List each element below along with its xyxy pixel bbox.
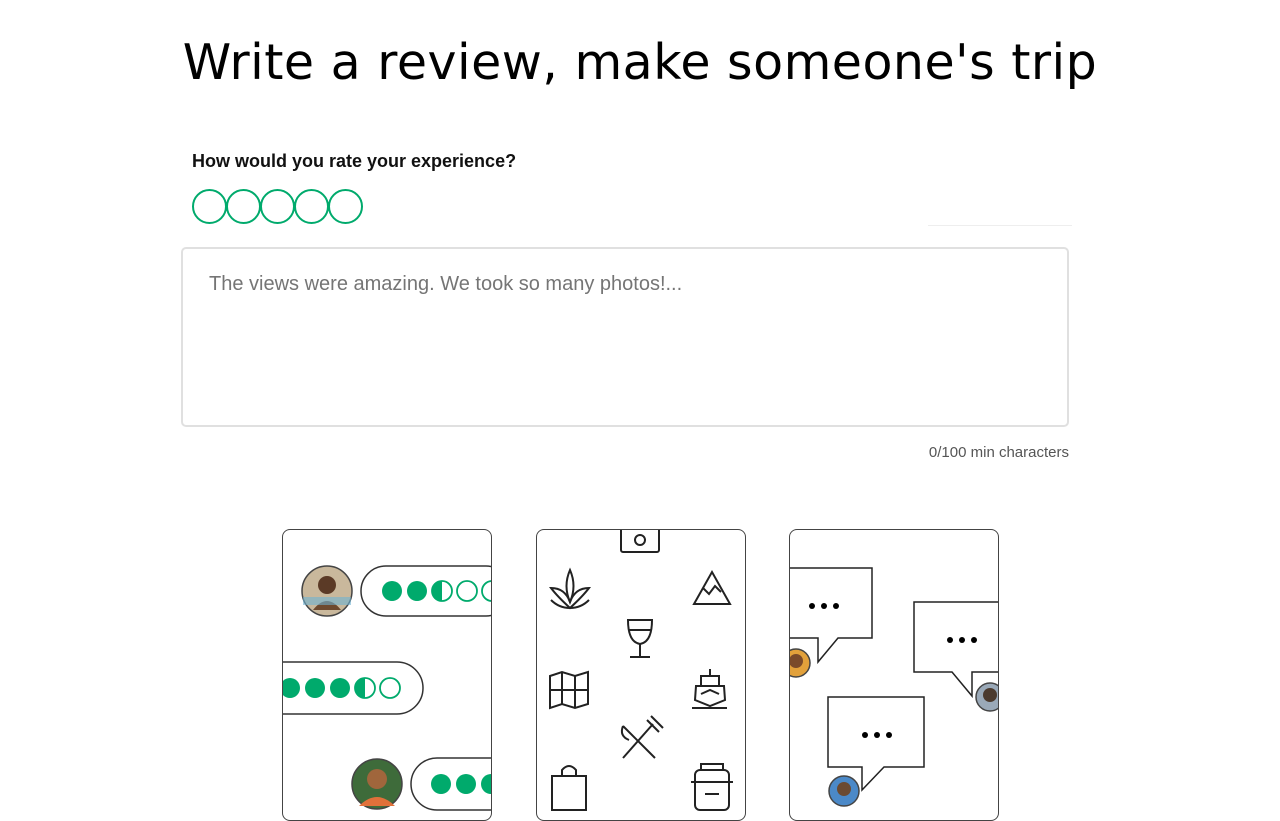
map-icon [549, 670, 589, 710]
shopping-bag-icon [551, 765, 587, 811]
rating-bubble-1[interactable] [192, 189, 227, 224]
chat-bubble-icon [913, 601, 998, 699]
avatar [975, 682, 998, 712]
travel-icons-card [536, 529, 746, 821]
rating-bubble-5[interactable] [328, 189, 363, 224]
rating-bubbles-card [282, 529, 492, 821]
divider [928, 225, 1072, 226]
rating-bubbles-illustration [283, 565, 491, 811]
camera-icon [620, 530, 660, 553]
avatar [301, 565, 353, 617]
page-title: Write a review, make someone's trip [182, 34, 1098, 91]
mountain-icon [692, 569, 732, 605]
rating-bubbles [192, 189, 363, 224]
luggage-icon [691, 763, 733, 811]
lotus-icon [548, 567, 592, 610]
avatar [351, 758, 403, 810]
chat-bubbles-illustration [790, 567, 998, 807]
fork-knife-icon [620, 715, 664, 759]
chat-bubble-icon [790, 567, 873, 665]
review-textarea[interactable] [181, 247, 1069, 427]
wine-glass-icon [626, 619, 654, 658]
travel-icons-illustration [548, 530, 733, 811]
rating-bubble-3[interactable] [260, 189, 295, 224]
avatar [828, 775, 860, 807]
rating-question: How would you rate your experience? [192, 151, 517, 171]
rating-bubble-2[interactable] [226, 189, 261, 224]
ship-icon [692, 669, 727, 709]
chat-bubbles-card [789, 529, 999, 821]
character-count: 0/100 min characters [928, 444, 1069, 461]
rating-bubble-4[interactable] [294, 189, 329, 224]
avatar [790, 648, 811, 678]
